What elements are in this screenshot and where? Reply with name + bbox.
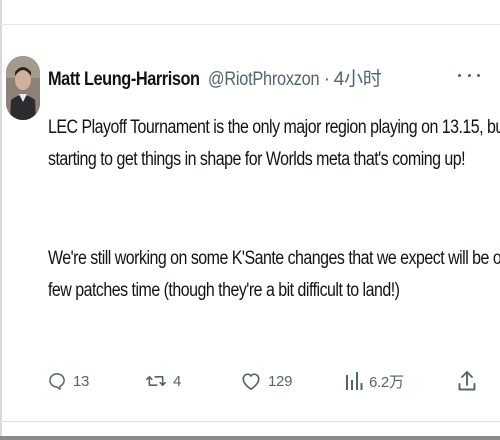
action-bar: 13 4 129 6.2万	[0, 363, 500, 399]
tweet-text-line: few patches time (though they're a bit d…	[48, 280, 400, 301]
avatar-photo	[6, 56, 40, 120]
tweet-text-line: We're still working on some K'Sante chan…	[48, 248, 500, 269]
share-button[interactable]	[458, 363, 476, 399]
tweet-paragraph-1: LEC Playoff Tournament is the only major…	[48, 112, 500, 176]
timestamp[interactable]: 4小时	[334, 64, 382, 91]
views-icon	[346, 372, 363, 390]
repost-button[interactable]: 4	[145, 363, 181, 399]
top-divider	[0, 24, 500, 25]
bottom-divider	[0, 421, 500, 422]
repost-icon	[146, 376, 166, 386]
tweet-text-line: LEC Playoff Tournament is the only major…	[48, 117, 500, 138]
author-handle[interactable]: @RiotPhroxzon	[208, 69, 320, 91]
bottom-edge	[0, 436, 500, 440]
reply-button[interactable]: 13	[47, 363, 89, 399]
tweet-text-line: starting to get things in shape for Worl…	[48, 149, 466, 170]
tweet-paragraph-2: We're still working on some K'Sante chan…	[48, 243, 500, 307]
share-icon	[458, 371, 476, 391]
avatar[interactable]	[6, 56, 40, 120]
reply-count: 13	[73, 372, 90, 390]
heart-icon	[242, 373, 260, 390]
reply-icon	[49, 373, 65, 390]
header-separator: ·	[323, 69, 330, 90]
more-options-icon[interactable]	[458, 70, 480, 80]
like-button[interactable]: 129	[240, 363, 292, 399]
views-count: 6.2万	[369, 373, 404, 391]
like-count: 129	[268, 372, 293, 390]
repost-count: 4	[173, 372, 182, 390]
views-button[interactable]: 6.2万	[345, 363, 404, 399]
author-name[interactable]: Matt Leung-Harrison	[48, 69, 200, 91]
tweet-header: Matt Leung-Harrison @RiotPhroxzon · 4小时	[48, 64, 382, 91]
tweet-card: Matt Leung-Harrison @RiotPhroxzon · 4小时 …	[0, 0, 500, 440]
